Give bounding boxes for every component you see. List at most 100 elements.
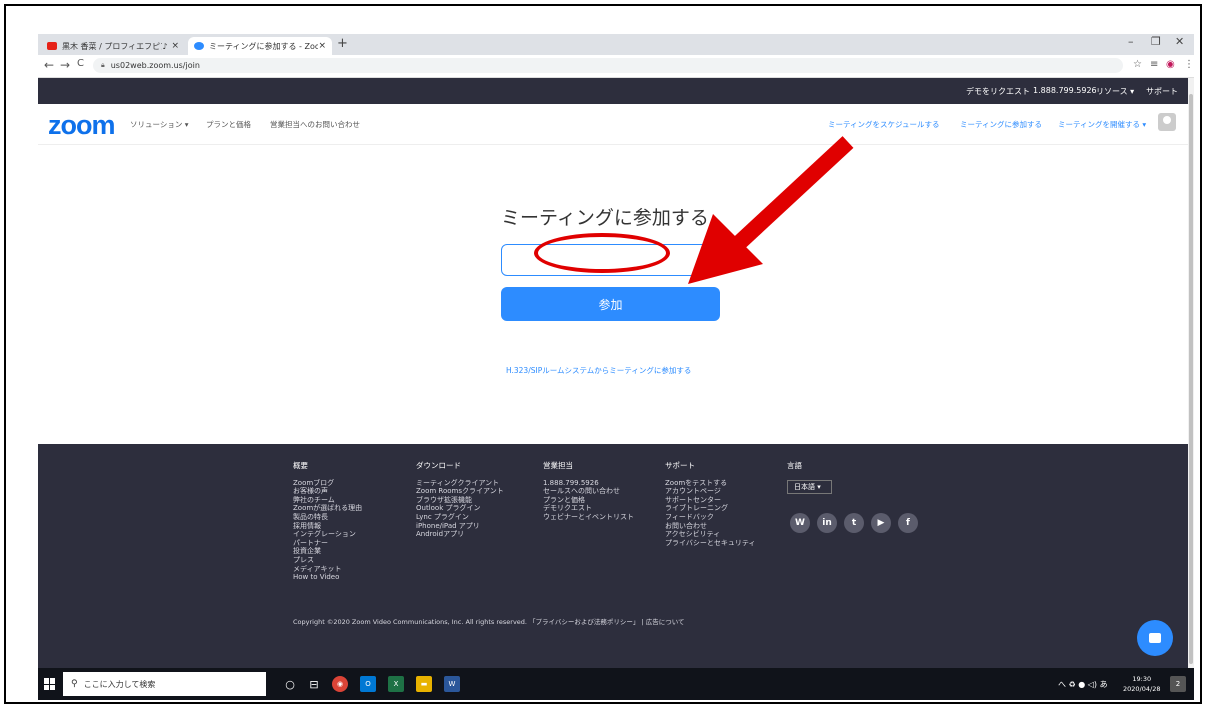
task-view-icon[interactable]: ⊟ xyxy=(306,676,322,692)
search-placeholder: ここに入力して検索 xyxy=(83,679,156,689)
browser-tab-strip: 黒木 香菜 / プロフィエフピア / ♪ × ミーティングに参加する - Zoo… xyxy=(38,34,1194,55)
bookmark-star-icon[interactable]: ☆ xyxy=(1133,59,1142,70)
footer-heading: 言語 xyxy=(787,461,802,470)
search-icon: ⚲ xyxy=(71,679,78,689)
reload-button[interactable]: C xyxy=(77,58,84,69)
youtube-favicon-icon xyxy=(47,42,57,50)
linkedin-icon[interactable]: in xyxy=(817,513,837,533)
screen: 黒木 香菜 / プロフィエフピア / ♪ × ミーティングに参加する - Zoo… xyxy=(38,34,1194,700)
footer-link[interactable]: Zoomが選ばれる理由 xyxy=(293,504,362,513)
footer-column-support: サポート Zoomをテストする アカウントページ サポートセンター ライブトレー… xyxy=(665,461,755,548)
footer-heading: ダウンロード xyxy=(416,461,461,470)
support-link[interactable]: サポート xyxy=(1146,86,1178,97)
tab-title: ミーティングに参加する - Zoom xyxy=(209,41,319,51)
footer-link[interactable]: プライバシーとセキュリティ xyxy=(665,539,755,548)
host-meeting-menu[interactable]: ミーティングを開催する ▾ xyxy=(1058,119,1146,130)
wordpress-icon[interactable]: W xyxy=(790,513,810,533)
footer-link[interactable]: 投資企業 xyxy=(293,547,362,556)
footer-link[interactable]: お問い合わせ xyxy=(665,522,755,531)
footer-link[interactable]: How to Video xyxy=(293,573,362,582)
minimize-button[interactable]: – xyxy=(1128,35,1134,48)
footer-link[interactable]: Zoom Roomsクライアント xyxy=(416,487,504,496)
footer-heading: サポート xyxy=(665,461,695,470)
twitter-icon[interactable]: t xyxy=(844,513,864,533)
resources-menu[interactable]: リソース ▾ xyxy=(1096,86,1134,97)
word-icon[interactable]: W xyxy=(444,676,460,692)
extension-icon[interactable]: ◉ xyxy=(1166,59,1175,70)
browser-menu-icon[interactable]: ⋮ xyxy=(1184,59,1194,70)
language-select[interactable]: 日本語 ▾ xyxy=(787,480,832,494)
footer-link[interactable]: Outlook プラグイン xyxy=(416,504,504,513)
phone-link[interactable]: 1.888.799.5926 xyxy=(1033,86,1097,95)
footer-column-sales: 営業担当 1.888.799.5926 セールスへの問い合わせ プランと価格 デ… xyxy=(543,461,634,522)
footer-link[interactable]: プレス xyxy=(293,556,362,565)
facebook-icon[interactable]: f xyxy=(898,513,918,533)
scrollbar[interactable] xyxy=(1188,78,1194,668)
demo-request-link[interactable]: デモをリクエスト xyxy=(966,86,1030,97)
footer-column-language: 言語 xyxy=(787,461,802,479)
forward-button[interactable]: → xyxy=(60,58,70,72)
footer-link[interactable]: アカウントページ xyxy=(665,487,755,496)
taskbar-search-input[interactable]: ⚲ ここに入力して検索 xyxy=(63,672,266,696)
tab-youtube[interactable]: 黒木 香菜 / プロフィエフピア / ♪ × xyxy=(41,37,185,55)
red-highlight-ellipse xyxy=(534,233,670,273)
url-text: us02web.zoom.us/join xyxy=(110,61,200,70)
chrome-icon[interactable]: ◉ xyxy=(332,676,348,692)
footer-link[interactable]: 製品の特長 xyxy=(293,513,362,522)
sales-contact-link[interactable]: 営業担当へのお問い合わせ xyxy=(270,119,360,130)
solutions-menu[interactable]: ソリューション ▾ xyxy=(130,119,189,130)
footer-link[interactable]: フィードバック xyxy=(665,513,755,522)
file-explorer-icon[interactable]: ▬ xyxy=(416,676,432,692)
excel-icon[interactable]: X xyxy=(388,676,404,692)
footer-link[interactable]: Zoomをテストする xyxy=(665,479,755,488)
tab-close-icon[interactable]: × xyxy=(318,41,326,51)
sound-icon[interactable]: ♪ xyxy=(162,42,167,51)
scrollbar-thumb[interactable] xyxy=(1189,94,1193,664)
zoom-footer: 概要 Zoomブログ お客様の声 弊社のチーム Zoomが選ばれる理由 製品の特… xyxy=(38,444,1188,668)
footer-link[interactable]: メディアキット xyxy=(293,565,362,574)
avatar[interactable] xyxy=(1158,113,1176,131)
windows-start-icon[interactable] xyxy=(44,678,56,690)
tab-zoom-join[interactable]: ミーティングに参加する - Zoom × xyxy=(188,37,332,55)
system-tray-icons[interactable]: へ ♻ ● ◁) あ xyxy=(1058,679,1108,690)
taskbar-clock[interactable]: 19:30 2020/04/28 xyxy=(1123,674,1160,694)
footer-link[interactable]: ライブトレーニング xyxy=(665,504,755,513)
zoom-top-strip: デモをリクエスト 1.888.799.5926 リソース ▾ サポート xyxy=(38,78,1188,104)
footer-link[interactable]: デモリクエスト xyxy=(543,504,634,513)
footer-link[interactable]: ミーティングクライアント xyxy=(416,479,504,488)
footer-link[interactable]: Lync プラグイン xyxy=(416,513,504,522)
footer-link[interactable]: アクセシビリティ xyxy=(665,530,755,539)
footer-link[interactable]: インテグレーション xyxy=(293,530,362,539)
plans-link[interactable]: プランと価格 xyxy=(206,119,251,130)
chat-bubble-icon[interactable] xyxy=(1137,620,1173,656)
footer-link[interactable]: 採用情報 xyxy=(293,522,362,531)
footer-link[interactable]: iPhone/iPad アプリ xyxy=(416,522,504,531)
clock-date: 2020/04/28 xyxy=(1123,685,1161,693)
footer-link[interactable]: 1.888.799.5926 xyxy=(543,479,634,488)
document-frame: 黒木 香菜 / プロフィエフピア / ♪ × ミーティングに参加する - Zoo… xyxy=(4,4,1202,704)
outlook-icon[interactable]: O xyxy=(360,676,376,692)
tab-title: 黒木 香菜 / プロフィエフピア / xyxy=(62,41,163,51)
schedule-meeting-link[interactable]: ミーティングをスケジュールする xyxy=(828,119,940,130)
zoom-logo[interactable]: zoom xyxy=(48,110,115,141)
copyright-text: Copyright ©2020 Zoom Video Communication… xyxy=(293,618,685,626)
footer-heading: 営業担当 xyxy=(543,461,573,470)
url-field[interactable]: 🔒︎ us02web.zoom.us/join xyxy=(93,58,1123,73)
footer-link[interactable]: セールスへの問い合わせ xyxy=(543,487,634,496)
zoom-nav: zoom ソリューション ▾ プランと価格 営業担当へのお問い合わせ ミーティン… xyxy=(38,104,1188,145)
reading-list-icon[interactable]: ≡ xyxy=(1150,59,1158,70)
close-window-button[interactable]: ✕ xyxy=(1175,35,1184,48)
back-button[interactable]: ← xyxy=(44,58,54,72)
footer-link[interactable]: お客様の声 xyxy=(293,487,362,496)
youtube-icon[interactable]: ▶ xyxy=(871,513,891,533)
join-meeting-link[interactable]: ミーティングに参加する xyxy=(960,119,1042,130)
h323-join-link[interactable]: H.323/SIPルームシステムからミーティングに参加する xyxy=(506,365,691,376)
footer-link[interactable]: ウェビナーとイベントリスト xyxy=(543,513,634,522)
new-tab-button[interactable]: + xyxy=(337,36,348,51)
cortana-icon[interactable]: ○ xyxy=(282,676,298,692)
notification-icon[interactable]: 2 xyxy=(1170,676,1186,692)
tab-close-icon[interactable]: × xyxy=(171,41,179,51)
footer-link[interactable]: Zoomブログ xyxy=(293,479,362,488)
maximize-button[interactable]: ❐ xyxy=(1151,35,1161,48)
footer-link[interactable]: Androidアプリ xyxy=(416,530,504,539)
